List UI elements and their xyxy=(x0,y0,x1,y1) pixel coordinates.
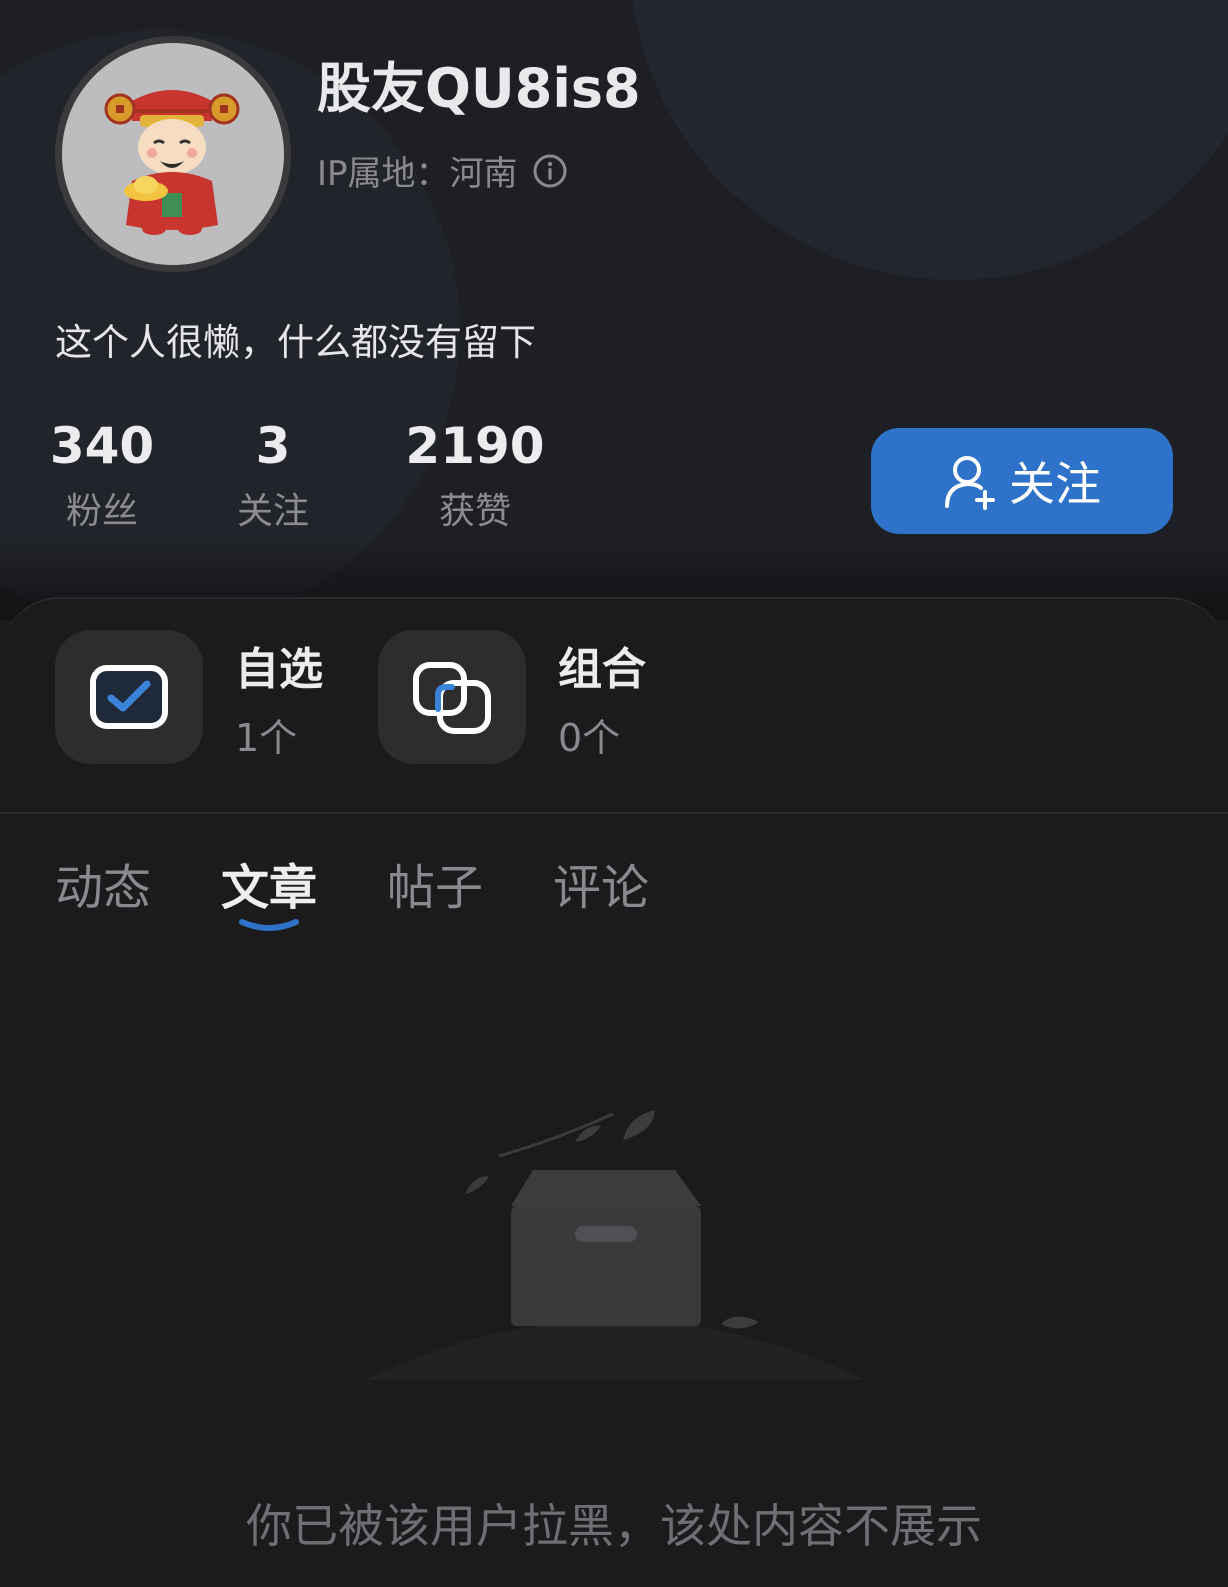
portfolio-texts: 组合 0个 xyxy=(558,633,646,762)
portfolio-title: 组合 xyxy=(558,643,646,695)
tab-label: 文章 xyxy=(221,860,318,916)
content-tabs: 动态 文章 帖子 评论 xyxy=(55,848,649,931)
tab-articles[interactable]: 文章 xyxy=(221,848,318,931)
god-of-wealth-avatar-icon xyxy=(104,90,240,235)
profile-stats: 340 粉丝 3 关注 2190 获赞 xyxy=(50,418,545,534)
watchlist-entry[interactable]: 自选 1个 xyxy=(55,630,323,764)
stat-following[interactable]: 3 关注 xyxy=(226,418,320,534)
add-user-icon xyxy=(945,456,995,510)
watchlist-count: 1个 xyxy=(235,715,298,760)
section-divider xyxy=(0,812,1228,814)
watchlist-title: 自选 xyxy=(235,643,323,695)
portfolio-squares-icon xyxy=(413,662,491,734)
profile-page: 股友QU8is8 IP属地：河南 这个人很懒，什么都没有留下 340 粉丝 3 … xyxy=(0,0,1228,1587)
ip-location-text: IP属地：河南 xyxy=(317,154,518,194)
watchlist-tile xyxy=(55,630,203,764)
tab-posts[interactable]: 帖子 xyxy=(387,848,483,918)
stat-likes: 2190 获赞 xyxy=(405,418,544,534)
stat-fans[interactable]: 340 粉丝 xyxy=(50,418,154,534)
tab-label: 动态 xyxy=(55,860,152,916)
follow-button[interactable]: 关注 xyxy=(871,428,1173,534)
portfolio-tile xyxy=(378,630,526,764)
tab-comments[interactable]: 评论 xyxy=(553,848,649,918)
tab-dynamics[interactable]: 动态 xyxy=(55,848,151,918)
empty-box-icon xyxy=(365,1110,865,1380)
stat-label: 获赞 xyxy=(438,491,511,532)
stat-value: 3 xyxy=(255,417,291,475)
bio: 这个人很懒，什么都没有留下 xyxy=(55,321,536,364)
watchlist-texts: 自选 1个 xyxy=(235,633,323,762)
avatar[interactable] xyxy=(55,36,291,272)
tab-label: 帖子 xyxy=(387,860,484,916)
stat-value: 340 xyxy=(49,417,155,475)
stat-label: 关注 xyxy=(236,491,309,532)
portfolio-count: 0个 xyxy=(558,715,621,760)
stat-label: 粉丝 xyxy=(65,491,138,532)
active-tab-indicator xyxy=(239,919,300,931)
portfolio-entry[interactable]: 组合 0个 xyxy=(378,630,646,764)
follow-button-label: 关注 xyxy=(1009,457,1101,511)
ip-location-row: IP属地：河南 xyxy=(317,146,568,195)
decorative-circle xyxy=(630,0,1228,280)
info-icon[interactable] xyxy=(532,153,568,189)
tab-label: 评论 xyxy=(553,860,650,916)
stat-value: 2190 xyxy=(405,417,545,475)
username: 股友QU8is8 xyxy=(317,57,641,120)
checkbox-icon xyxy=(90,665,168,729)
empty-state-message: 你已被该用户拉黑，该处内容不展示 xyxy=(246,1499,982,1553)
